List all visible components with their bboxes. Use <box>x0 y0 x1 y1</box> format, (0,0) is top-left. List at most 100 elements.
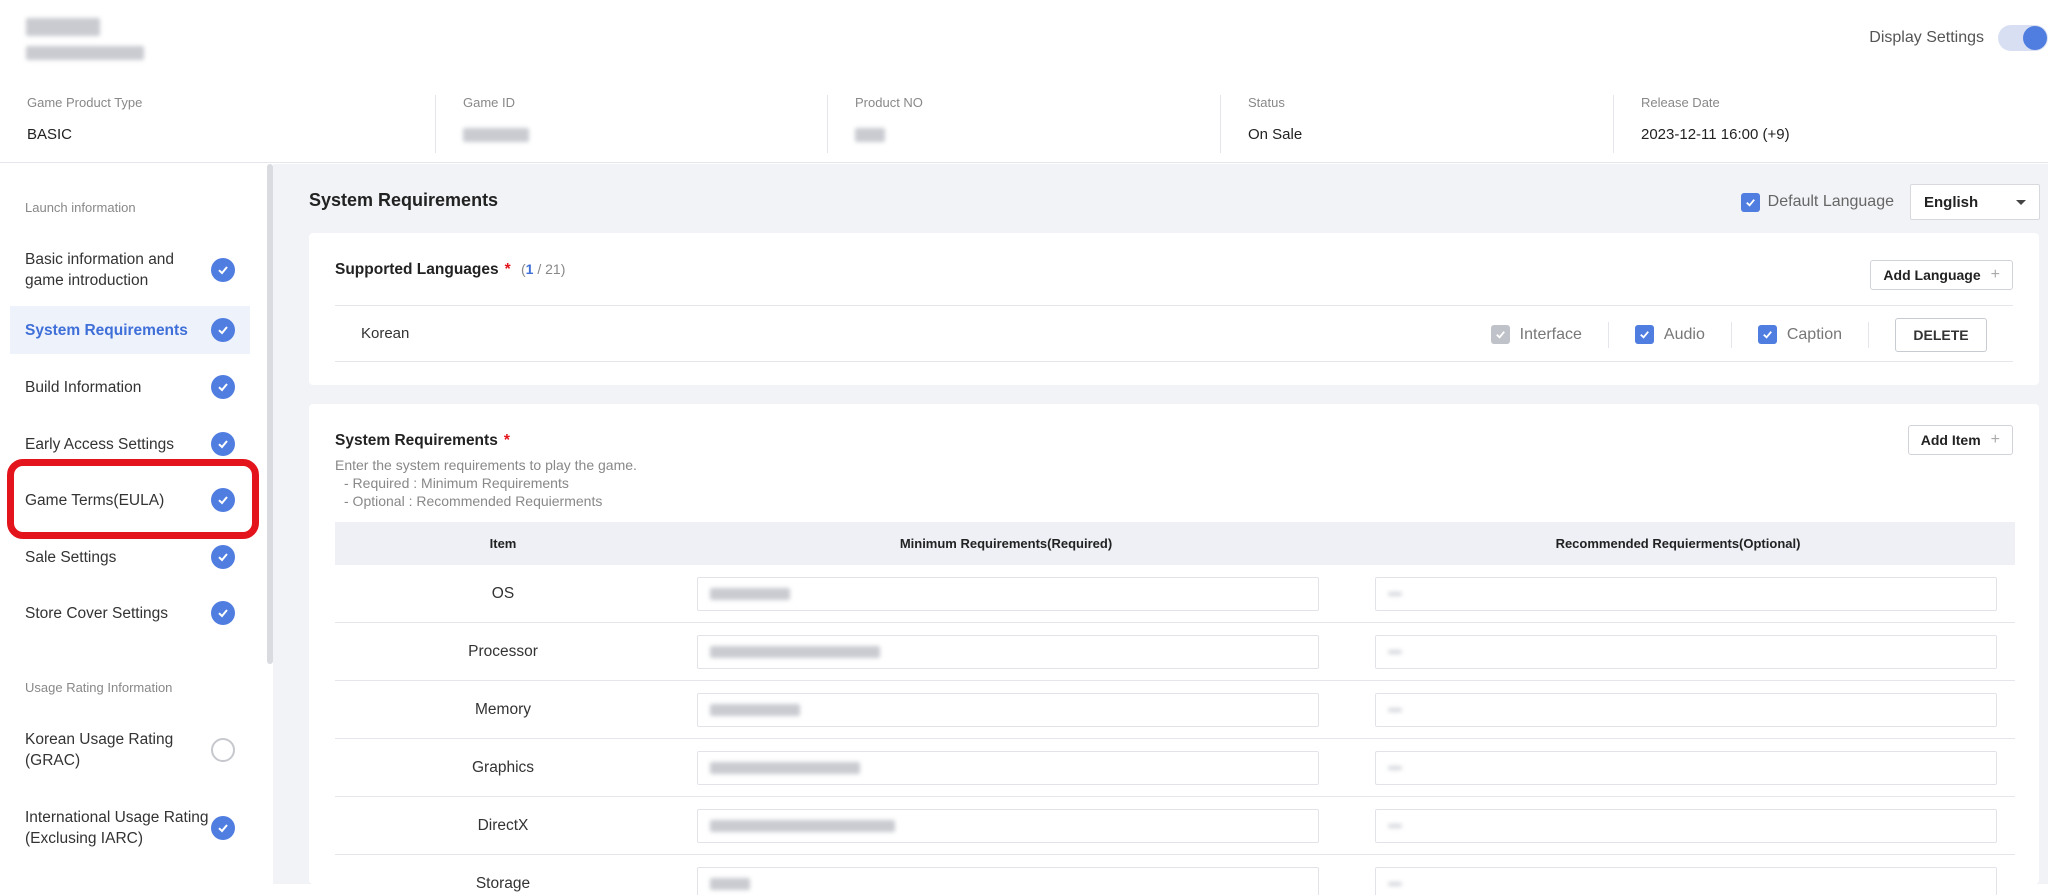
display-settings: Display Settings <box>1869 25 2048 51</box>
input-value-redacted <box>710 877 750 890</box>
required-mark: * <box>503 432 510 449</box>
sidebar-item-international-usage-rating[interactable]: International Usage Rating (Exclusing IA… <box>10 801 250 855</box>
meta-status: Status On Sale <box>1220 95 1613 153</box>
interface-checkbox[interactable] <box>1490 325 1510 344</box>
plus-icon: + <box>1990 266 2000 283</box>
supported-languages-card: Supported Languages * (1 / 21) Add Langua… <box>309 233 2039 385</box>
meta-product-no: Product NO <box>827 95 1220 153</box>
delete-language-button[interactable]: DELETE <box>1895 317 1987 352</box>
meta-release-date: Release Date 2023-12-11 16:00 (+9) <box>1613 95 2048 153</box>
caption-checkbox[interactable] <box>1757 325 1777 344</box>
recommended-cell <box>1341 808 2015 843</box>
meta-label: Game ID <box>463 95 516 110</box>
system-requirements-description: Enter the system requirements to play th… <box>335 456 637 510</box>
minimum-cell <box>671 750 1341 785</box>
add-item-label: Add Item <box>1920 432 1981 448</box>
row-item-label: Processor <box>468 642 538 660</box>
input-value-redacted <box>710 761 860 774</box>
required-mark: * <box>504 261 511 278</box>
sidebar-item-label: Early Access Settings <box>25 435 175 453</box>
sidebar: Launch information Basic information and… <box>0 164 273 884</box>
add-item-button[interactable]: Add Item + <box>1907 425 2013 455</box>
sidebar-item-basic-information[interactable]: Basic information and game introduction <box>10 243 250 297</box>
minimum-input[interactable] <box>697 692 1319 727</box>
input-placeholder-redacted <box>1388 765 1402 770</box>
meta-label: Product NO <box>855 95 923 110</box>
check-icon <box>211 318 235 342</box>
product-meta-bar: Game Product Type BASIC Game ID Product … <box>0 95 2048 153</box>
recommended-input[interactable] <box>1375 692 1997 727</box>
recommended-input[interactable] <box>1375 750 1997 785</box>
minimum-input[interactable] <box>697 634 1319 669</box>
recommended-input[interactable] <box>1375 808 1997 843</box>
language-options: Interface Audio Caption DELETE <box>1465 306 2013 363</box>
language-controls: Default Language English <box>1740 184 2040 220</box>
description-line: - Optional : Recommended Requierments <box>344 493 603 509</box>
check-icon <box>211 545 235 569</box>
supported-languages-title: Supported Languages * (1 / 21) <box>335 261 565 279</box>
audio-checkbox[interactable] <box>1634 325 1654 344</box>
page-title: System Requirements <box>309 190 499 210</box>
sidebar-item-korean-usage-rating[interactable]: Korean Usage Rating (GRAC) <box>10 723 250 777</box>
minimum-input[interactable] <box>697 750 1319 785</box>
recommended-input[interactable] <box>1375 576 1997 611</box>
minimum-input[interactable] <box>697 576 1319 611</box>
main-content: System Requirements Default Language Eng… <box>273 164 2048 895</box>
caption-option[interactable]: Caption <box>1732 321 1869 348</box>
row-item-label: Storage <box>475 874 531 892</box>
column-header-recommended: Recommended Requierments(Optional) <box>1555 536 1801 551</box>
chevron-down-icon <box>2016 199 2026 205</box>
recommended-cell <box>1341 634 2015 669</box>
header: Display Settings Game Product Type BASIC… <box>0 0 2048 163</box>
audio-option[interactable]: Audio <box>1609 321 1732 348</box>
recommended-input[interactable] <box>1375 634 1997 669</box>
check-icon <box>211 258 235 282</box>
interface-label: Interface <box>1519 325 1582 343</box>
sidebar-item-system-requirements[interactable]: System Requirements <box>10 306 250 354</box>
game-subtitle-redacted <box>26 46 144 60</box>
input-value-redacted <box>710 587 790 600</box>
sidebar-item-build-information[interactable]: Build Information <box>10 363 250 411</box>
meta-label: Release Date <box>1641 95 1720 110</box>
language-row: Korean Interface Audio Caption DELETE <box>335 305 2013 362</box>
meta-game-product-type: Game Product Type BASIC <box>0 95 435 153</box>
plus-icon: + <box>1990 431 2000 448</box>
language-select[interactable]: English <box>1910 184 2040 220</box>
language-name: Korean <box>361 325 410 342</box>
add-language-label: Add Language <box>1883 267 1981 283</box>
minimum-cell <box>671 866 1341 895</box>
recommended-input[interactable] <box>1375 866 1997 895</box>
description-line: - Required : Minimum Requirements <box>344 475 569 491</box>
minimum-cell <box>671 576 1341 611</box>
language-count: (1 / 21) <box>520 261 566 277</box>
check-icon <box>1495 331 1505 339</box>
toggle-knob <box>2023 26 2047 50</box>
add-language-button[interactable]: Add Language + <box>1870 260 2013 290</box>
meta-value: On Sale <box>1248 126 1303 143</box>
minimum-cell <box>671 692 1341 727</box>
card-title-text: Supported Languages <box>335 261 499 278</box>
minimum-input[interactable] <box>697 808 1319 843</box>
row-item-label: Graphics <box>471 758 535 776</box>
interface-option[interactable]: Interface <box>1465 321 1609 348</box>
default-language-checkbox[interactable] <box>1740 192 1760 212</box>
sidebar-item-store-cover-settings[interactable]: Store Cover Settings <box>10 589 250 637</box>
display-settings-toggle[interactable] <box>1998 25 2048 51</box>
sidebar-item-label: Basic information and game introduction <box>25 251 175 289</box>
table-row: DirectX <box>335 797 2015 855</box>
table-row: Storage <box>335 855 2015 895</box>
table-row: Graphics <box>335 739 2015 797</box>
recommended-cell <box>1341 692 2015 727</box>
table-row: Processor <box>335 623 2015 681</box>
check-icon <box>1640 331 1649 339</box>
sidebar-item-sale-settings[interactable]: Sale Settings <box>10 533 250 581</box>
minimum-cell <box>671 634 1341 669</box>
check-icon <box>1762 331 1772 339</box>
recommended-cell <box>1341 576 2015 611</box>
input-placeholder-redacted <box>1388 823 1402 828</box>
minimum-input[interactable] <box>697 866 1319 895</box>
sidebar-item-label: Sale Settings <box>25 548 117 566</box>
meta-value: 2023-12-11 16:00 (+9) <box>1641 126 1790 143</box>
system-requirements-title: System Requirements * <box>335 432 510 450</box>
sidebar-item-label: International Usage Rating (Exclusing IA… <box>25 809 209 847</box>
